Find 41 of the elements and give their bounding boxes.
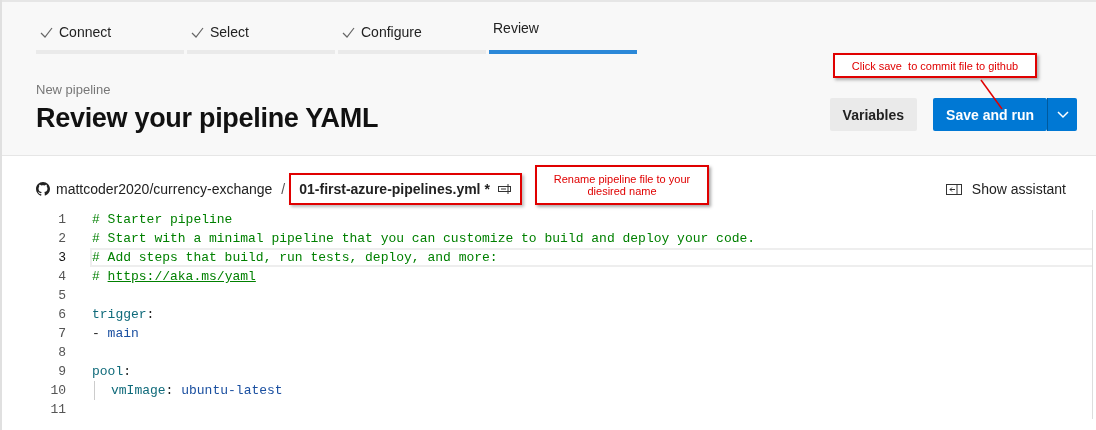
line-number: 9: [57, 364, 66, 379]
code-line: # Starter pipeline: [91, 211, 234, 229]
code-line: # Add steps that build, run tests, deploy, and more:: [90, 248, 1092, 267]
line-number: 8: [57, 345, 66, 360]
line-number: 4: [57, 269, 66, 284]
save-and-run-button[interactable]: Save and run: [933, 98, 1047, 131]
wizard-step[interactable]: Configure: [338, 20, 486, 54]
chevron-down-icon: [1056, 110, 1069, 119]
github-icon: [36, 182, 50, 196]
line-number: 10: [49, 383, 66, 398]
wizard-step[interactable]: Select: [187, 20, 335, 54]
show-assistant-button[interactable]: Show assistant: [945, 181, 1066, 197]
variables-button[interactable]: Variables: [829, 98, 918, 131]
code-line: # https://aka.ms/yaml: [91, 268, 257, 286]
line-number: 3: [57, 250, 66, 265]
line-number: 2: [57, 231, 66, 246]
rename-icon[interactable]: [497, 184, 512, 194]
line-number: 5: [57, 288, 66, 303]
annotation-note: Rename pipeline file to your diesired name: [535, 165, 709, 205]
page-title: Review your pipeline YAML: [36, 103, 379, 134]
code-line: pool:: [91, 363, 133, 381]
breadcrumb: New pipeline: [36, 82, 112, 97]
annotation-note: Click save to commit file to github: [833, 53, 1037, 78]
path-separator: /: [281, 181, 286, 197]
wizard-step[interactable]: Connect: [36, 20, 184, 54]
code-line: - main: [91, 325, 140, 343]
line-number: 11: [49, 402, 66, 417]
repository-link[interactable]: mattcoder2020/currency-exchange: [56, 181, 273, 197]
check-icon: [191, 26, 204, 39]
line-number: 1: [57, 212, 66, 227]
check-icon: [40, 26, 53, 39]
code-line: trigger:: [91, 306, 156, 324]
file-name[interactable]: 01-first-azure-pipelines.yml *: [299, 181, 490, 197]
code-line: # Start with a minimal pipeline that you can customize to build and deploy your code.: [91, 230, 757, 248]
check-icon: [342, 26, 355, 39]
line-number: 7: [57, 326, 66, 341]
wizard-step[interactable]: Review: [489, 20, 637, 54]
panel-icon: [945, 183, 962, 195]
line-number: 6: [57, 307, 66, 322]
dropdown-button[interactable]: [1047, 98, 1077, 131]
code-line: vmImage: ubuntu-latest: [90, 381, 1092, 400]
